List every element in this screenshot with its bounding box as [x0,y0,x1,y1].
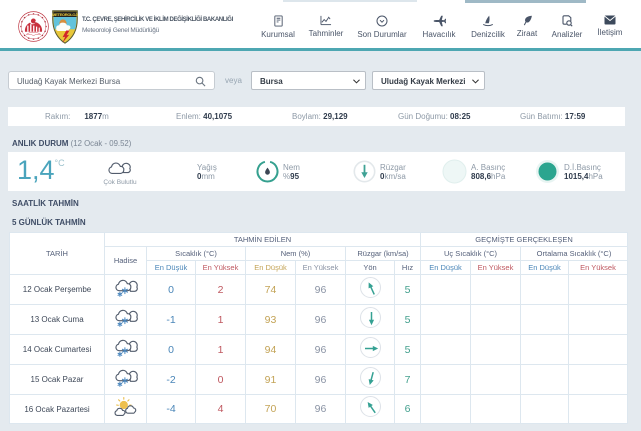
svg-text:METEOROLOJi: METEOROLOJi [52,12,78,17]
